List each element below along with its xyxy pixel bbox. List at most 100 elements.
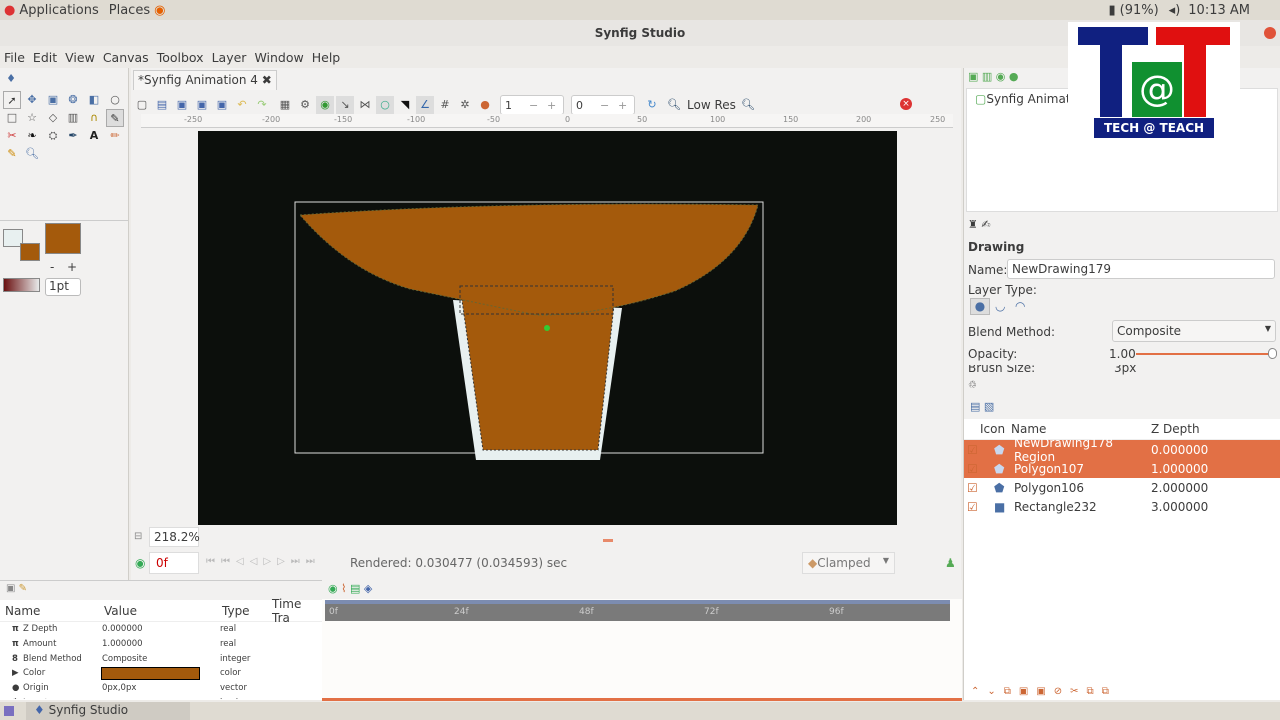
spline-tool-icon[interactable]: ∩	[85, 109, 103, 127]
menu-toolbox[interactable]: Toolbox	[153, 50, 208, 65]
save-all-icon[interactable]: ▣	[213, 96, 231, 114]
brush-tool-icon[interactable]: ✎	[3, 145, 21, 163]
render-quality-label[interactable]: Low Res	[687, 98, 736, 112]
param-row[interactable]: ⏻ Invert bool	[0, 695, 322, 699]
polygon-tool-icon[interactable]: ◇	[44, 109, 62, 127]
blend-method-select[interactable]: Composite ▼	[1112, 320, 1276, 342]
param-value[interactable]: 0px,0px	[102, 683, 136, 693]
onion-icon[interactable]: ●	[476, 96, 494, 114]
gradient-swatch[interactable]	[3, 278, 40, 292]
layer-visible-checkbox[interactable]: ☑	[964, 500, 994, 514]
param-row[interactable]: 8 Blend Method Composite integer	[0, 651, 322, 666]
layer-actions-bar[interactable]: ⌃⌄⧉▣▣⊘✂⧉⧉	[963, 686, 1280, 702]
param-row[interactable]: ● Origin 0px,0px vector	[0, 681, 322, 696]
param-row[interactable]: ▶ Color color	[0, 666, 322, 681]
show-handles-icon[interactable]: ↘	[336, 96, 354, 114]
toggle-width-icon[interactable]: ∠	[416, 96, 434, 114]
brush-size-input[interactable]: 3px	[1114, 365, 1136, 375]
onion-skin-icon[interactable]: ◉	[316, 96, 334, 114]
menu-window[interactable]: Window	[250, 50, 307, 65]
star-tool-icon[interactable]: ☆	[23, 109, 41, 127]
firefox-icon[interactable]: ◉	[154, 3, 165, 18]
open-file-icon[interactable]: ▤	[153, 96, 171, 114]
width-tool-icon[interactable]: ❧	[23, 127, 41, 145]
zoom-quality-icon[interactable]: 🔍︎	[665, 96, 683, 114]
circle-tool-icon[interactable]: ○	[106, 91, 124, 109]
interpolation-select[interactable]: ◆Clamped ▼	[802, 552, 895, 574]
menu-edit[interactable]: Edit	[29, 50, 61, 65]
show-desktop-icon[interactable]	[4, 706, 14, 716]
brush-size-input[interactable]: 1pt	[45, 278, 81, 296]
resize-handle[interactable]	[603, 539, 613, 542]
fill-tool-icon[interactable]: ⛭	[44, 127, 62, 145]
color-value-swatch[interactable]	[101, 667, 200, 681]
fill-color-swatch[interactable]	[20, 243, 40, 261]
toggle-bone-icon[interactable]: ◥	[396, 96, 414, 114]
preview-icon[interactable]: ⚙	[296, 96, 314, 114]
param-value[interactable]: 1.000000	[102, 639, 143, 649]
draw-tool-icon[interactable]: ✎	[106, 109, 124, 127]
layer-row[interactable]: ☑ ⬟ NewDrawing178 Region 0.000000	[964, 436, 1280, 464]
gradient-tool-icon[interactable]: ▥	[64, 109, 82, 127]
battery-icon[interactable]: ▮	[1108, 3, 1115, 18]
zoom-out-icon[interactable]: ⊟	[134, 531, 142, 542]
menu-file[interactable]: File	[0, 50, 29, 65]
decrease-brush-button[interactable]: -	[50, 260, 54, 274]
eyedrop-tool-icon[interactable]: ✒	[64, 127, 82, 145]
canvas-browser-item[interactable]: Synfig Animati	[986, 92, 1074, 106]
timetrack-tabs[interactable]: ◉ ⌇ ▤ ◈	[322, 580, 962, 599]
menu-view[interactable]: View	[61, 50, 99, 65]
transform-tool-icon[interactable]: ➚	[3, 91, 21, 109]
animation-mode-icon[interactable]: ◉	[135, 556, 145, 570]
rectangle-tool-icon[interactable]: □	[3, 109, 21, 127]
refresh-icon[interactable]: ↻	[643, 96, 661, 114]
time-ruler[interactable]: 0f 24f 48f 72f 96f	[325, 600, 950, 621]
sketch-tool-icon[interactable]: ✏	[106, 127, 124, 145]
rotate-tool-icon[interactable]: ❂	[64, 91, 82, 109]
layer-visible-checkbox[interactable]: ☑	[964, 443, 994, 457]
clock[interactable]: 10:13 AM	[1188, 3, 1250, 18]
current-time-field[interactable]: 0f	[149, 552, 199, 574]
close-window-button[interactable]	[1264, 27, 1276, 39]
layer-row[interactable]: ☑ ⬟ Polygon106 2.000000	[964, 478, 1280, 497]
param-value[interactable]: 0.000000	[102, 624, 143, 634]
column-time-track[interactable]: Time Tra	[272, 597, 322, 625]
drawing-canvas[interactable]	[198, 131, 897, 525]
volume-icon[interactable]: ◂)	[1169, 3, 1181, 18]
param-value[interactable]: Composite	[102, 654, 147, 664]
column-value[interactable]: Value	[104, 604, 137, 618]
layer-visible-checkbox[interactable]: ☑	[964, 481, 994, 495]
grid-icon[interactable]: #	[436, 96, 454, 114]
smooth-move-tool-icon[interactable]: ✥	[23, 91, 41, 109]
close-tab-icon[interactable]: ✖	[262, 73, 272, 87]
scale-tool-icon[interactable]: ▣	[44, 91, 62, 109]
tool-options-tabs[interactable]: ♜ ✍	[964, 216, 1280, 234]
stop-render-icon[interactable]: ×	[900, 98, 912, 110]
advanced-outline-toggle[interactable]: ◠	[1015, 299, 1025, 313]
outline-type-toggle[interactable]: ◡	[995, 299, 1005, 313]
redo-icon[interactable]: ↷	[253, 96, 271, 114]
places-menu[interactable]: Places	[109, 3, 150, 18]
toggle-tangents-icon[interactable]: ○	[376, 96, 394, 114]
snap-guides-icon[interactable]: ✲	[456, 96, 474, 114]
applications-menu[interactable]: Applications	[19, 3, 98, 18]
playback-controls[interactable]: ⏮⏮◁◁▷▷⏭⏭	[206, 556, 321, 567]
menu-canvas[interactable]: Canvas	[99, 50, 153, 65]
column-z-depth[interactable]: Z Depth	[1131, 422, 1200, 436]
tool-reset-icon[interactable]: ♲	[968, 380, 977, 391]
increase-brush-button[interactable]: +	[67, 260, 77, 274]
column-name[interactable]: Name	[1011, 422, 1131, 436]
layer-row[interactable]: ☑ ■ Rectangle232 3.000000	[964, 497, 1280, 516]
toggle-ducks-icon[interactable]: ⋈	[356, 96, 374, 114]
column-name[interactable]: Name	[5, 604, 40, 618]
opacity-slider-handle[interactable]	[1268, 348, 1277, 359]
opacity-slider[interactable]	[1136, 353, 1274, 355]
zoom-icon[interactable]: 🔍︎	[739, 96, 757, 114]
save-icon[interactable]: ▣	[173, 96, 191, 114]
region-type-toggle[interactable]: ●	[970, 298, 990, 315]
save-as-icon[interactable]: ▣	[193, 96, 211, 114]
column-type[interactable]: Type	[222, 604, 250, 618]
menu-layer[interactable]: Layer	[208, 50, 251, 65]
param-row[interactable]: π Amount 1.000000 real	[0, 637, 322, 652]
text-tool-icon[interactable]: A	[85, 127, 103, 145]
